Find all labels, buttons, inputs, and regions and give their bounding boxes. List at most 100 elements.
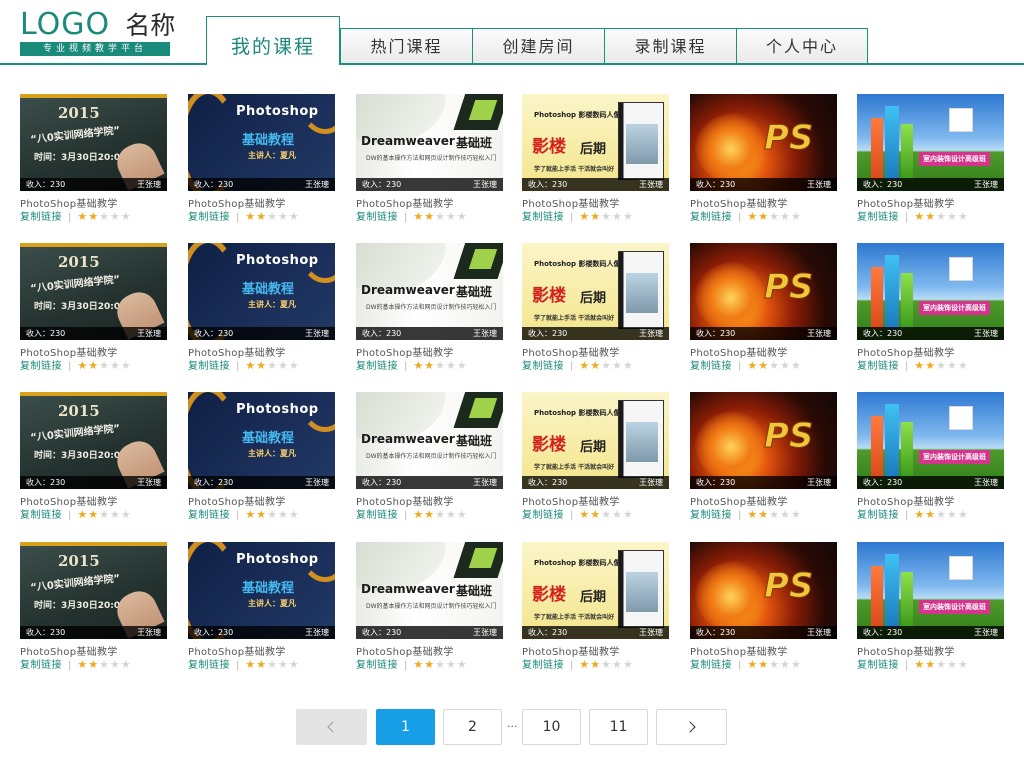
course-title[interactable]: PhotoShop基础教学 [690,195,788,210]
copy-link-button[interactable]: 复制链接 [356,510,398,521]
copy-link-button[interactable]: 复制链接 [356,212,398,223]
page-button-11[interactable]: 11 [589,709,648,745]
copy-link-button[interactable]: 复制链接 [20,361,62,372]
prev-page-button[interactable] [296,709,367,745]
copy-link-button[interactable]: 复制链接 [522,510,564,521]
star-icon: ★ [590,359,601,372]
course-title[interactable]: PhotoShop基础教学 [188,344,286,359]
course-title[interactable]: PhotoShop基础教学 [690,643,788,658]
star-icon: ★ [424,508,435,521]
course-thumbnail[interactable]: Photoshop 基础教程 主讲人：夏凡 收入：230 王张璁 [188,542,335,639]
course-title[interactable]: PhotoShop基础教学 [20,493,118,508]
course-title[interactable]: PhotoShop基础教学 [522,344,620,359]
tab-record-course[interactable]: 录制课程 [604,28,736,65]
copy-link-button[interactable]: 复制链接 [690,510,732,521]
copy-link-button[interactable]: 复制链接 [188,361,230,372]
course-thumbnail[interactable]: Dreamweaver 基础班 DW的基本操作方法和网页设计制作技巧轻松入门 收入：2… [356,392,503,489]
tab-create-room[interactable]: 创建房间 [472,28,604,65]
logo[interactable]: LOGO 名称 专业视频教学平台 [20,8,175,58]
page-button-1[interactable]: 1 [376,709,435,745]
course-title[interactable]: PhotoShop基础教学 [356,643,454,658]
course-thumbnail[interactable]: Photoshop 影楼数码人像 影楼 后期 学了就能上手活 干活就会叫好 收入：230… [522,243,669,340]
course-rating: ★★★★★ [914,360,968,374]
course-title[interactable]: PhotoShop基础教学 [356,195,454,210]
course-thumbnail[interactable]: 2015 “八0实训网络学院” 时间：3月30日20:00 收入：230 王张璁 [20,542,167,639]
course-thumbnail[interactable]: Dreamweaver 基础班 DW的基本操作方法和网页设计制作技巧轻松入门 收入：2… [356,542,503,639]
copy-link-button[interactable]: 复制链接 [857,660,899,671]
course-thumbnail[interactable]: 2015 “八0实训网络学院” 时间：3月30日20:00 收入：230 王张璁 [20,243,167,340]
meta-separator: | [236,510,240,521]
course-title[interactable]: PhotoShop基础教学 [522,493,620,508]
course-title[interactable]: PhotoShop基础教学 [188,195,286,210]
course-title[interactable]: PhotoShop基础教学 [20,344,118,359]
course-title[interactable]: PhotoShop基础教学 [522,195,620,210]
tab-user-center[interactable]: 个人中心 [736,28,868,65]
star-icon: ★ [77,658,88,671]
course-title[interactable]: PhotoShop基础教学 [522,643,620,658]
course-thumbnail[interactable]: PS 收入：230 王张璁 [690,94,837,191]
meta-separator: | [905,510,909,521]
copy-link-button[interactable]: 复制链接 [20,212,62,223]
copy-link-button[interactable]: 复制链接 [20,660,62,671]
star-icon: ★ [914,210,925,223]
copy-link-button[interactable]: 复制链接 [857,212,899,223]
course-thumbnail[interactable]: Dreamweaver 基础班 DW的基本操作方法和网页设计制作技巧轻松入门 收入：2… [356,243,503,340]
course-thumbnail[interactable]: 2015 “八0实训网络学院” 时间：3月30日20:00 收入：230 王张璁 [20,392,167,489]
course-thumbnail[interactable]: Photoshop 影楼数码人像 影楼 后期 学了就能上手活 干活就会叫好 收入：230… [522,542,669,639]
course-thumbnail[interactable]: PS 收入：230 王张璁 [690,392,837,489]
course-title[interactable]: PhotoShop基础教学 [188,643,286,658]
course-title[interactable]: PhotoShop基础教学 [188,493,286,508]
copy-link-button[interactable]: 复制链接 [857,361,899,372]
course-thumbnail[interactable]: 室内装饰设计高级班 收入：230 王张璁 [857,392,1004,489]
course-thumbnail[interactable]: PS 收入：230 王张璁 [690,542,837,639]
copy-link-button[interactable]: 复制链接 [188,660,230,671]
copy-link-button[interactable]: 复制链接 [522,660,564,671]
course-thumbnail[interactable]: 室内装饰设计高级班 收入：230 王张璁 [857,94,1004,191]
course-title[interactable]: PhotoShop基础教学 [20,643,118,658]
course-thumbnail[interactable]: 室内装饰设计高级班 收入：230 王张璁 [857,542,1004,639]
course-meta: 复制链接 | ★★★★★ [522,211,634,225]
pagination: 1 2 ... 10 11 [0,709,1024,747]
course-thumbnail[interactable]: Photoshop 影楼数码人像 影楼 后期 学了就能上手活 干活就会叫好 收入：230… [522,392,669,489]
course-title[interactable]: PhotoShop基础教学 [356,493,454,508]
course-title[interactable]: PhotoShop基础教学 [857,344,955,359]
tab-hot-courses[interactable]: 热门课程 [340,28,472,65]
copy-link-button[interactable]: 复制链接 [188,510,230,521]
course-thumbnail[interactable]: PS 收入：230 王张璁 [690,243,837,340]
copy-link-button[interactable]: 复制链接 [690,361,732,372]
tab-my-courses[interactable]: 我的课程 [206,16,340,67]
copy-link-button[interactable]: 复制链接 [356,660,398,671]
course-title[interactable]: PhotoShop基础教学 [690,344,788,359]
course-title[interactable]: PhotoShop基础教学 [20,195,118,210]
course-thumbnail[interactable]: Photoshop 基础教程 主讲人：夏凡 收入：230 王张璁 [188,94,335,191]
copy-link-button[interactable]: 复制链接 [522,212,564,223]
chalkboard-2015-thumbnail: 2015 “八0实训网络学院” 时间：3月30日20:00 [20,392,167,489]
copy-link-button[interactable]: 复制链接 [690,212,732,223]
next-page-button[interactable] [656,709,727,745]
course-card: PS 收入：230 王张璁 PhotoShop基础教学 复制链接 | ★★★★★ [690,542,838,676]
star-icon: ★ [579,210,590,223]
course-thumbnail[interactable]: Dreamweaver 基础班 DW的基本操作方法和网页设计制作技巧轻松入门 收入：2… [356,94,503,191]
course-thumbnail[interactable]: 室内装饰设计高级班 收入：230 王张璁 [857,243,1004,340]
course-title[interactable]: PhotoShop基础教学 [690,493,788,508]
star-icon: ★ [590,508,601,521]
copy-link-button[interactable]: 复制链接 [522,361,564,372]
copy-link-button[interactable]: 复制链接 [356,361,398,372]
course-title[interactable]: PhotoShop基础教学 [356,344,454,359]
course-thumbnail[interactable]: 2015 “八0实训网络学院” 时间：3月30日20:00 收入：230 王张璁 [20,94,167,191]
course-thumbnail[interactable]: Photoshop 基础教程 主讲人：夏凡 收入：230 王张璁 [188,392,335,489]
course-teacher: 王张璁 [473,628,497,637]
course-thumbnail[interactable]: Photoshop 影楼数码人像 影楼 后期 学了就能上手活 干活就会叫好 收入：230… [522,94,669,191]
copy-link-button[interactable]: 复制链接 [690,660,732,671]
course-thumbnail[interactable]: Photoshop 基础教程 主讲人：夏凡 收入：230 王张璁 [188,243,335,340]
copy-link-button[interactable]: 复制链接 [857,510,899,521]
page-button-2[interactable]: 2 [443,709,502,745]
copy-link-button[interactable]: 复制链接 [188,212,230,223]
course-title[interactable]: PhotoShop基础教学 [857,643,955,658]
page-button-10[interactable]: 10 [522,709,581,745]
thumbnail-info-bar: 收入：230 王张璁 [857,178,1004,191]
course-income: 收入：230 [528,329,568,338]
copy-link-button[interactable]: 复制链接 [20,510,62,521]
course-title[interactable]: PhotoShop基础教学 [857,493,955,508]
course-title[interactable]: PhotoShop基础教学 [857,195,955,210]
